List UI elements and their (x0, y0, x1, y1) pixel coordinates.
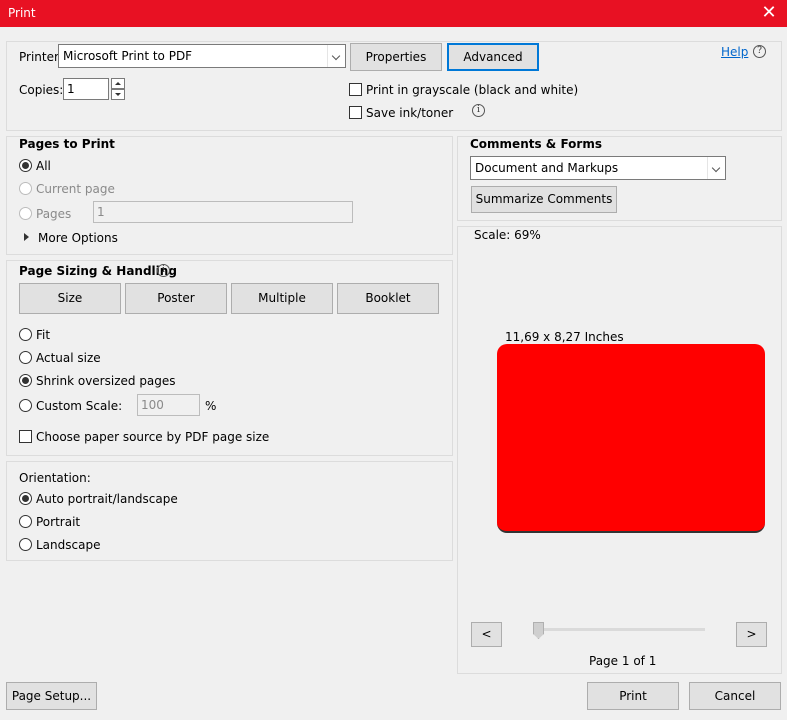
pages-radio[interactable] (19, 207, 32, 220)
info-icon[interactable]: i (472, 104, 485, 117)
percent-label: % (205, 399, 217, 413)
custom-scale-input[interactable]: 100 (137, 394, 200, 416)
comments-select[interactable]: Document and Markups (470, 156, 726, 180)
preview-page (497, 344, 765, 533)
tab-multiple[interactable]: Multiple (231, 283, 333, 314)
copies-label: Copies: (19, 83, 64, 97)
prev-page-button[interactable]: < (471, 622, 502, 647)
tab-booklet[interactable]: Booklet (337, 283, 439, 314)
help-link[interactable]: Help (721, 45, 748, 59)
properties-button[interactable]: Properties (350, 43, 442, 71)
more-options-toggle[interactable]: More Options (38, 231, 118, 245)
advanced-button[interactable]: Advanced (447, 43, 539, 71)
printer-select-value: Microsoft Print to PDF (63, 49, 193, 63)
tab-poster[interactable]: Poster (125, 283, 227, 314)
pages-label: Pages (36, 207, 72, 221)
custom-scale-radio[interactable] (19, 399, 32, 412)
window-title: Print (8, 6, 36, 20)
auto-orientation-radio[interactable] (19, 492, 32, 505)
printer-label: Printer: (19, 50, 63, 64)
stepper-up-icon[interactable] (111, 78, 125, 89)
copies-stepper[interactable] (111, 78, 125, 100)
page-slider-track[interactable] (535, 628, 705, 631)
current-page-radio[interactable] (19, 182, 32, 195)
page-setup-button[interactable]: Page Setup... (6, 682, 97, 710)
current-page-label: Current page (36, 182, 115, 196)
grayscale-label: Print in grayscale (black and white) (366, 83, 579, 97)
cancel-button[interactable]: Cancel (689, 682, 781, 710)
scale-text: Scale: 69% (474, 228, 541, 242)
shrink-oversized-label: Shrink oversized pages (36, 374, 176, 388)
comments-forms-title: Comments & Forms (470, 137, 602, 151)
actual-size-label: Actual size (36, 351, 101, 365)
pages-range-input[interactable]: 1 (93, 201, 353, 223)
stepper-down-icon[interactable] (111, 89, 125, 100)
orientation-title: Orientation: (19, 471, 91, 485)
portrait-radio[interactable] (19, 515, 32, 528)
all-pages-label: All (36, 159, 51, 173)
fit-label: Fit (36, 328, 51, 342)
close-icon[interactable]: ✕ (761, 3, 777, 23)
sizing-info-icon[interactable]: i (157, 264, 170, 277)
custom-scale-label: Custom Scale: (36, 399, 123, 413)
comments-select-value: Document and Markups (475, 161, 619, 175)
portrait-label: Portrait (36, 515, 81, 529)
tab-size[interactable]: Size (19, 283, 121, 314)
landscape-label: Landscape (36, 538, 101, 552)
save-ink-label: Save ink/toner (366, 106, 454, 120)
paper-source-checkbox[interactable] (19, 430, 32, 443)
printer-select[interactable]: Microsoft Print to PDF (58, 44, 346, 68)
save-ink-checkbox[interactable] (349, 106, 362, 119)
all-pages-radio[interactable] (19, 159, 32, 172)
pages-to-print-title: Pages to Print (19, 137, 115, 151)
page-indicator: Page 1 of 1 (589, 654, 657, 668)
page-size-text: 11,69 x 8,27 Inches (505, 330, 624, 344)
help-icon[interactable]: ? (753, 45, 766, 58)
next-page-button[interactable]: > (736, 622, 767, 647)
chevron-down-icon (327, 45, 345, 67)
landscape-radio[interactable] (19, 538, 32, 551)
title-bar: Print ✕ (0, 0, 787, 27)
summarize-comments-button[interactable]: Summarize Comments (471, 186, 617, 213)
copies-input[interactable]: 1 (63, 78, 109, 100)
shrink-oversized-radio[interactable] (19, 374, 32, 387)
expand-triangle-icon[interactable] (24, 233, 29, 241)
actual-size-radio[interactable] (19, 351, 32, 364)
auto-orientation-label: Auto portrait/landscape (36, 492, 178, 506)
print-button[interactable]: Print (587, 682, 679, 710)
grayscale-checkbox[interactable] (349, 83, 362, 96)
paper-source-label: Choose paper source by PDF page size (36, 430, 270, 444)
fit-radio[interactable] (19, 328, 32, 341)
page-sizing-title: Page Sizing & Handling (19, 264, 177, 278)
chevron-down-icon (707, 157, 725, 179)
